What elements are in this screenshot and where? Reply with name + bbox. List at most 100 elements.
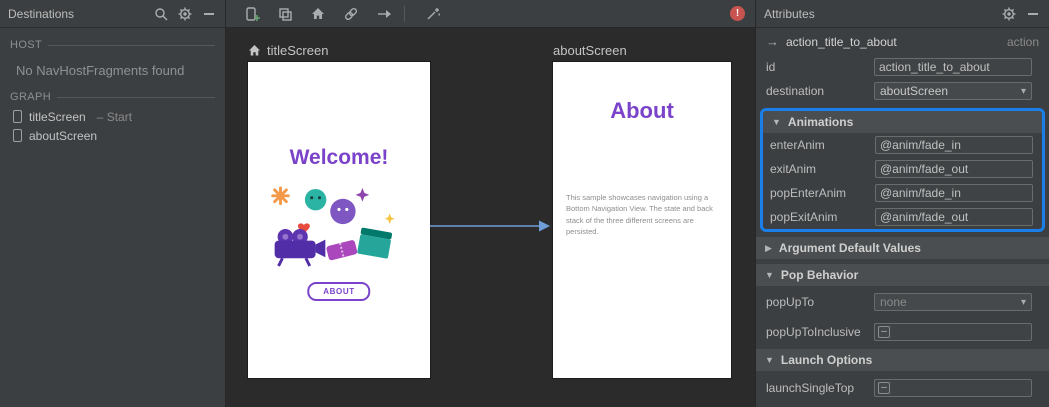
destinations-title: Destinations: [8, 6, 75, 21]
attributes-panel: Attributes → action_title_to_about actio…: [755, 0, 1049, 407]
enterAnim-row: enterAnim: [763, 133, 1042, 157]
home-icon: [249, 44, 260, 55]
collapse-icon: ▼: [765, 270, 774, 280]
host-empty-message: No NavHostFragments found: [16, 63, 185, 78]
exitAnim-label: exitAnim: [770, 162, 817, 176]
gear-icon[interactable]: [177, 6, 193, 22]
host-label: HOST: [10, 39, 43, 51]
destination-label: destination: [766, 84, 825, 98]
launchSingleTop-row: launchSingleTop –: [756, 376, 1049, 400]
destinations-panel: Destinations HOST No NavHostFragments fo…: [0, 0, 226, 407]
popExitAnim-label: popExitAnim: [770, 210, 838, 224]
collapse-icon: ▼: [772, 117, 781, 127]
welcome-heading: Welcome!: [289, 146, 389, 169]
canvas-surface[interactable]: titleScreen Welcome! ABOUT aboutScreen A…: [226, 28, 755, 407]
collapse-icon: ▶: [765, 242, 772, 253]
graph-item-name: titleScreen: [29, 109, 86, 124]
new-destination-icon[interactable]: [244, 6, 260, 22]
duplicate-icon[interactable]: [277, 6, 293, 22]
graph-item-titleScreen[interactable]: titleScreen – Start: [0, 107, 225, 126]
destinations-header: Destinations: [0, 0, 225, 28]
deep-link-icon[interactable]: [343, 6, 359, 22]
popUpToInclusive-field[interactable]: –: [874, 323, 1032, 341]
selected-action-row: → action_title_to_about action: [756, 28, 1049, 55]
popUpToInclusive-label: popUpToInclusive: [766, 325, 861, 339]
toolbar-separator: [404, 5, 405, 22]
canvas-toolbar: !: [226, 0, 755, 28]
screen-name: titleScreen: [267, 42, 329, 58]
attributes-header: Attributes: [756, 0, 1049, 28]
action-arrow-icon: →: [766, 34, 779, 49]
graph-item-aboutScreen[interactable]: aboutScreen: [0, 126, 225, 145]
action-type: action: [1006, 34, 1039, 49]
checkbox-indeterminate-icon[interactable]: –: [878, 326, 890, 338]
argument-defaults-header-label: Argument Default Values: [778, 241, 921, 255]
graph-section-label: GRAPH: [0, 87, 225, 107]
destination-row: destination aboutScreen ▾: [756, 79, 1049, 103]
popUpTo-label: popUpTo: [766, 295, 815, 309]
action-connection-arrow[interactable]: [430, 218, 552, 234]
argument-defaults-section-header[interactable]: ▶ Argument Default Values: [756, 237, 1049, 259]
id-label: id: [766, 60, 776, 74]
enterAnim-label: enterAnim: [770, 138, 825, 152]
welcome-illustration: [271, 186, 395, 267]
animations-selection-highlight: ▼ Animations enterAnim exitAnim popEnter…: [760, 108, 1045, 232]
aboutScreen-frame[interactable]: About This sample showcases navigation u…: [553, 62, 731, 378]
launch-options-section-header[interactable]: ▼ Launch Options: [756, 349, 1049, 371]
about-body-text: This sample showcases navigation using a…: [566, 193, 713, 236]
popUpTo-value: none: [880, 295, 907, 309]
pop-behavior-header-label: Pop Behavior: [780, 268, 859, 282]
launchSingleTop-field[interactable]: –: [874, 379, 1032, 397]
id-row: id: [756, 55, 1049, 79]
animations-header-label: Animations: [787, 115, 854, 129]
popUpTo-dropdown[interactable]: none ▾: [874, 293, 1032, 311]
graph-item-name: aboutScreen: [29, 128, 98, 143]
checkbox-indeterminate-icon[interactable]: –: [878, 382, 890, 394]
screen-icon: [13, 129, 22, 142]
design-canvas: ! titleScreen Welcome! ABOUT aboutScreen…: [226, 0, 755, 407]
titleScreen-frame[interactable]: Welcome! ABOUT: [248, 62, 430, 378]
error-badge-icon[interactable]: !: [730, 6, 745, 21]
pop-behavior-section-header[interactable]: ▼ Pop Behavior: [756, 264, 1049, 286]
navigation-editor: Destinations HOST No NavHostFragments fo…: [0, 0, 1049, 407]
chevron-down-icon: ▾: [1020, 85, 1026, 97]
about-button[interactable]: ABOUT: [307, 282, 371, 301]
enterAnim-input[interactable]: [875, 136, 1033, 154]
auto-arrange-wand-icon[interactable]: [425, 6, 441, 22]
search-icon[interactable]: [153, 6, 169, 22]
screen-aboutScreen: aboutScreen About This sample showcases …: [553, 38, 731, 378]
screen-name: aboutScreen: [553, 42, 627, 58]
aboutScreen-label[interactable]: aboutScreen: [553, 38, 731, 62]
popExitAnim-row: popExitAnim: [763, 205, 1042, 229]
popEnterAnim-label: popEnterAnim: [770, 186, 847, 200]
popUpTo-row: popUpTo none ▾: [756, 290, 1049, 314]
assign-start-home-icon[interactable]: [310, 6, 326, 22]
action-tool-icon[interactable]: [376, 6, 392, 22]
attributes-title: Attributes: [764, 6, 815, 21]
launchSingleTop-label: launchSingleTop: [766, 381, 855, 395]
host-section-label: HOST: [0, 35, 225, 55]
popEnterAnim-input[interactable]: [875, 184, 1033, 202]
popEnterAnim-row: popEnterAnim: [763, 181, 1042, 205]
collapse-icon: ▼: [765, 355, 774, 365]
launch-options-header-label: Launch Options: [780, 353, 873, 367]
exitAnim-row: exitAnim: [763, 157, 1042, 181]
titleScreen-label[interactable]: titleScreen: [248, 38, 430, 62]
id-input[interactable]: [874, 58, 1032, 76]
gear-icon[interactable]: [1001, 6, 1017, 22]
screen-titleScreen: titleScreen Welcome! ABOUT: [248, 38, 430, 378]
screen-icon: [13, 110, 22, 123]
animations-section-header[interactable]: ▼ Animations: [763, 111, 1042, 133]
exitAnim-input[interactable]: [875, 160, 1033, 178]
graph-label: GRAPH: [10, 91, 52, 103]
action-name: action_title_to_about: [786, 34, 897, 49]
minimize-icon[interactable]: [201, 6, 217, 22]
chevron-down-icon: ▾: [1020, 296, 1026, 308]
popExitAnim-input[interactable]: [875, 208, 1033, 226]
minimize-icon[interactable]: [1025, 6, 1041, 22]
popUpToInclusive-row: popUpToInclusive –: [756, 320, 1049, 344]
destination-dropdown[interactable]: aboutScreen ▾: [874, 82, 1032, 100]
destination-value: aboutScreen: [880, 84, 949, 98]
about-heading: About: [610, 98, 674, 123]
graph-item-suffix: – Start: [96, 109, 133, 124]
